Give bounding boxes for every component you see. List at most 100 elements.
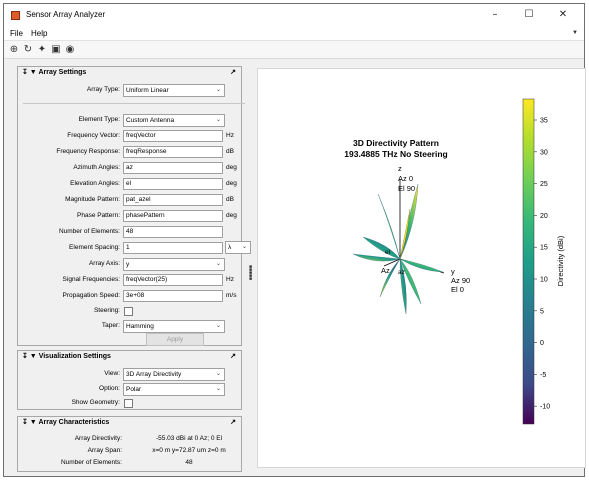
directivity-plot[interactable]: 3D Directivity Pattern 193.4885 THz No S… — [258, 69, 587, 469]
phase-pattern-label: Phase Pattern: — [77, 212, 120, 219]
title-bar: Sensor Array Analyzer – ☐ ✕ — [4, 4, 584, 26]
element-type-label: Element Type: — [78, 116, 120, 123]
window-title: Sensor Array Analyzer — [26, 10, 106, 19]
show-geometry-checkbox[interactable] — [124, 399, 133, 408]
array-settings-title: Array Settings — [38, 69, 87, 76]
y-el-label: El 0 — [451, 285, 464, 294]
undock-icon[interactable]: ↗ — [230, 67, 236, 78]
array-axis-value: y — [126, 261, 130, 268]
fit-view-icon[interactable]: ▣ — [50, 44, 62, 56]
default-view-icon[interactable]: ◉ — [64, 44, 76, 56]
menu-help[interactable]: Help — [31, 29, 47, 38]
array-span-label: Array Span: — [87, 447, 122, 454]
elevation-angles-unit: deg — [226, 180, 237, 187]
visualization-settings-header[interactable]: ↧ ▼ Visualization Settings ↗ — [18, 351, 241, 362]
number-of-elements-char-label: Number of Elements: — [60, 459, 122, 466]
maximize-button[interactable]: ☐ — [516, 7, 542, 23]
array-type-label: Array Type: — [86, 86, 120, 93]
chevron-down-icon: ⌄ — [215, 117, 221, 123]
elevation-angles-label: Elevation Angles: — [70, 180, 120, 187]
colorbar-ticks: 35 30 25 20 15 10 5 0 -5 -10 — [534, 118, 550, 411]
collapse-icon[interactable]: ↧ ▼ — [22, 353, 39, 360]
directivity-lobes — [352, 183, 444, 315]
x-az-label: Az — [381, 266, 390, 275]
array-type-dropdown[interactable]: Uniform Linear ⌄ — [123, 84, 225, 97]
view-value: 3D Array Directivity — [126, 371, 182, 378]
toolbar: ⊕ ↻ ✦ ▣ ◉ — [4, 41, 584, 59]
taper-dropdown[interactable]: Hamming ⌄ — [123, 320, 225, 333]
array-characteristics-panel: ↧ ▼ Array Characteristics ↗ Array Direct… — [17, 416, 242, 472]
number-of-elements-label: Number of Elements: — [58, 228, 120, 235]
visualization-settings-panel: ↧ ▼ Visualization Settings ↗ View: 3D Ar… — [17, 350, 242, 410]
phase-pattern-unit: deg — [226, 212, 237, 219]
apply-button[interactable]: Apply — [146, 333, 204, 346]
element-spacing-label: Element Spacing: — [69, 244, 120, 251]
magnitude-pattern-field[interactable]: pat_azel — [123, 194, 223, 206]
array-axis-label: Array Axis: — [88, 260, 120, 267]
option-dropdown[interactable]: Polar ⌄ — [123, 383, 225, 396]
phase-pattern-field[interactable]: phasePattern — [123, 210, 223, 222]
rotate-icon[interactable]: ↻ — [22, 44, 34, 56]
menu-overflow-icon[interactable]: ▼ — [572, 30, 578, 36]
frequency-vector-field[interactable]: freqVector — [123, 130, 223, 142]
magnitude-pattern-label: Magnitude Pattern: — [65, 196, 120, 203]
spacing-unit-dropdown[interactable]: λ ⌄ — [225, 241, 251, 254]
chevron-down-icon: ⌄ — [215, 323, 221, 329]
azimuth-angles-field[interactable]: az — [123, 162, 223, 174]
frequency-vector-label: Frequency Vector: — [67, 132, 120, 139]
colorbar-tick-label: 30 — [540, 149, 548, 156]
element-spacing-field[interactable]: 1 — [123, 242, 223, 254]
array-directivity-value: -55.03 dBi at 0 Az; 0 El — [155, 435, 223, 442]
undock-icon[interactable]: ↗ — [230, 351, 236, 362]
propagation-speed-unit: m/s — [226, 292, 237, 299]
close-button[interactable]: ✕ — [550, 7, 576, 23]
element-type-dropdown[interactable]: Custom Antenna ⌄ — [123, 114, 225, 127]
signal-frequencies-field[interactable]: freqVector(25) — [123, 274, 223, 286]
colorbar-tick-label: -10 — [540, 404, 550, 411]
data-cursor-icon[interactable]: ✦ — [36, 44, 48, 56]
azimuth-angles-unit: deg — [226, 164, 237, 171]
propagation-speed-label: Propagation Speed: — [62, 292, 120, 299]
splitter-handle[interactable]: ■ ■ ■ ■ ■ — [249, 265, 252, 282]
undock-icon[interactable]: ↗ — [230, 417, 236, 428]
array-characteristics-title: Array Characteristics — [38, 419, 110, 426]
collapse-icon[interactable]: ↧ ▼ — [22, 419, 38, 426]
array-axis-dropdown[interactable]: y ⌄ — [123, 258, 225, 271]
chevron-down-icon: ⌄ — [215, 386, 221, 392]
signal-frequencies-unit: Hz — [226, 276, 234, 283]
taper-label: Taper: — [101, 322, 120, 329]
plot-title: 3D Directivity Pattern — [353, 138, 439, 148]
array-settings-panel: ↧ ▼ Array Settings ↗ Array Type: Uniform… — [17, 66, 251, 346]
y-axis-label: y — [451, 267, 455, 276]
propagation-speed-field[interactable]: 3e+08 — [123, 290, 223, 302]
chevron-down-icon: ⌄ — [241, 244, 247, 250]
signal-frequencies-label: Signal Frequencies: — [62, 276, 120, 283]
plot-subtitle: 193.4885 THz No Steering — [344, 149, 447, 159]
minimize-button[interactable]: – — [482, 7, 508, 23]
steering-label: Steering: — [93, 307, 120, 314]
z-az-label: Az 0 — [398, 174, 413, 183]
colorbar-tick-label: 35 — [540, 118, 548, 125]
plot-area[interactable]: 3D Directivity Pattern 193.4885 THz No S… — [257, 68, 586, 468]
frequency-response-field[interactable]: freqResponse — [123, 146, 223, 158]
z-el-label: El 90 — [398, 184, 415, 193]
app-window: Sensor Array Analyzer – ☐ ✕ File Help ▼ … — [3, 3, 586, 477]
visualization-settings-title: Visualization Settings — [38, 353, 111, 360]
chevron-down-icon: ⌄ — [215, 371, 221, 377]
colorbar-tick-label: 5 — [540, 308, 544, 315]
number-of-elements-field[interactable]: 48 — [123, 226, 223, 238]
frequency-vector-unit: Hz — [226, 132, 234, 139]
steering-checkbox[interactable] — [124, 307, 133, 316]
view-dropdown[interactable]: 3D Array Directivity ⌄ — [123, 368, 225, 381]
elevation-angles-field[interactable]: el — [123, 178, 223, 190]
frequency-response-unit: dB — [226, 148, 234, 155]
y-az-label: Az 90 — [451, 276, 470, 285]
divider — [23, 103, 245, 104]
menu-file[interactable]: File — [10, 29, 23, 38]
zoom-in-icon[interactable]: ⊕ — [8, 44, 20, 56]
array-directivity-label: Array Directivity: — [74, 435, 122, 442]
app-logo-icon — [11, 11, 20, 20]
array-settings-header[interactable]: ↧ ▼ Array Settings ↗ — [18, 67, 241, 78]
collapse-icon[interactable]: ↧ ▼ — [22, 69, 38, 76]
array-characteristics-header[interactable]: ↧ ▼ Array Characteristics ↗ — [18, 417, 241, 428]
